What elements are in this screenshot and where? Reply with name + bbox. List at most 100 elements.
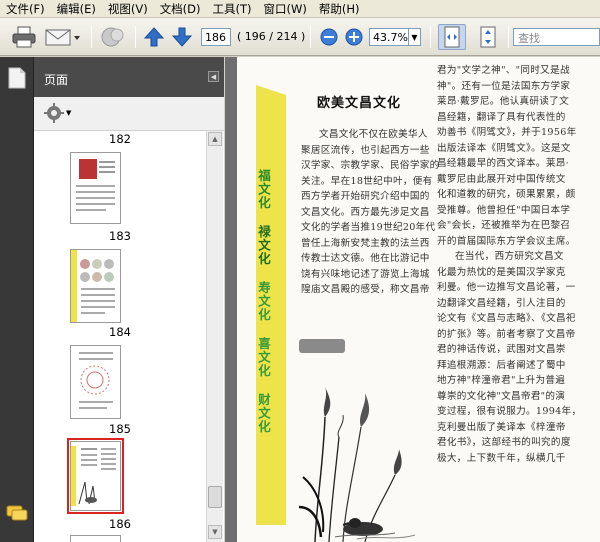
text-line: 神"。还有一位是法国东方学家: [437, 80, 571, 92]
menu-file[interactable]: 文件(F): [0, 1, 51, 17]
panel-options-bar: ▼: [34, 97, 224, 131]
menu-help[interactable]: 帮助(H): [313, 1, 366, 17]
text-line: 西方学者开始研究介绍中国的: [301, 191, 430, 202]
side-label: 喜文化: [256, 337, 271, 378]
thumbnail-list: 182 183 184 185 186: [34, 131, 206, 542]
page-count: ( 196 / 214 ): [237, 30, 306, 43]
text-line: 化和道教的研究，硕果累累，颇: [437, 189, 576, 200]
text-line: 受推尊。他曾担任"中国日本学: [437, 204, 571, 216]
printer-icon: [12, 26, 36, 48]
menu-window[interactable]: 窗口(W): [258, 1, 313, 17]
text-line: 极大，上下数千年，纵横几千: [437, 452, 566, 464]
scroll-thumb[interactable]: [208, 486, 222, 508]
text-line: 君化书》，这部经书的叫究的度: [437, 437, 571, 448]
separator: [91, 26, 92, 48]
zoom-in-button[interactable]: [343, 25, 365, 49]
text-line: 莱昂·戴罗尼。他认真研读了文: [437, 96, 569, 107]
text-line: 出版法译本《阴骘文》。这是文: [437, 142, 571, 154]
category-tab: 福文化 禄文化 寿文化 喜文化 财文化: [247, 89, 287, 525]
menu-bar: 文件(F) 编辑(E) 视图(V) 文档(D) 工具(T) 窗口(W) 帮助(H…: [0, 0, 600, 18]
zoom-out-icon: [320, 28, 338, 46]
page-number-input[interactable]: 186: [201, 28, 231, 46]
article-title: 欧美文昌文化: [317, 96, 402, 111]
zoom-out-button[interactable]: [318, 25, 340, 49]
panel-title: 页面: [44, 73, 69, 87]
text-line: 变过程，很有说服力。1994年，: [437, 406, 582, 417]
zoom-in-icon: [345, 28, 363, 46]
text-column-left: 文昌文化不仅在欧美华人 聚居区流传，也引起西方一些 汉学家、宗教学家、民俗学家的…: [301, 127, 440, 298]
text-line: 地方神"梓潼帝君"上升为普遍: [437, 375, 566, 386]
thumbnail-label: 182: [109, 132, 131, 146]
thumbnail-label: 185: [109, 422, 131, 436]
collaborate-button[interactable]: [98, 25, 128, 49]
toolbar: 186 ( 196 / 214 ) 43.7% ▼ 查找: [0, 18, 600, 56]
menu-edit[interactable]: 编辑(E): [51, 1, 102, 17]
text-line: 君为"文学之神"、"同时又是战: [437, 65, 570, 76]
options-button[interactable]: ▼: [44, 103, 71, 123]
thumbnail-label: 184: [109, 325, 131, 339]
thumbnail-page-184[interactable]: [70, 249, 121, 323]
text-line: 汉学家、宗教学家、民俗学家的: [301, 160, 440, 171]
comments-button[interactable]: [6, 504, 28, 525]
menu-tools[interactable]: 工具(T): [207, 1, 258, 17]
section-tag: [299, 339, 345, 353]
reeds-duck-illustration: [298, 387, 416, 542]
separator: [135, 26, 136, 48]
panel-collapse-button[interactable]: ◀: [208, 71, 219, 82]
thumbnail-page-186[interactable]: [67, 438, 124, 514]
comment-icon: [6, 505, 28, 521]
arrow-down-icon: [172, 27, 192, 47]
navigation-strip: [0, 57, 34, 542]
text-line: 的扩张》等。前者考察了文昌帝: [437, 328, 576, 340]
text-line: 克利曼出版了美译本《梓潼帝: [437, 421, 566, 433]
scrolling-mode-button[interactable]: [438, 24, 466, 50]
scroll-down-arrow[interactable]: ▼: [208, 525, 222, 539]
panel-header: 页面 ◀: [34, 57, 224, 97]
chevron-left-icon: ◀: [210, 72, 217, 81]
text-line: 文昌文化。西方最先涉足文昌: [301, 206, 430, 218]
envelope-icon: [45, 29, 80, 46]
text-line: 曾任上海新安梵主教的法兰西: [301, 237, 430, 249]
pages-panel-button[interactable]: [8, 67, 26, 92]
email-button[interactable]: [42, 25, 82, 49]
side-label: 寿文化: [256, 281, 271, 322]
thumbnail-page-185[interactable]: [70, 345, 121, 419]
side-label: 禄文化: [256, 225, 271, 266]
thumbnail-page-187[interactable]: [70, 535, 121, 542]
text-line: 论文有《文昌与志略》、《文昌祀: [437, 313, 576, 324]
page-preview: [71, 250, 115, 322]
separator: [508, 26, 509, 48]
side-label: 福文化: [256, 169, 271, 210]
document-view[interactable]: 福文化 禄文化 寿文化 喜文化 财文化 欧美文昌文化 文昌文化不仅在欧美华人 聚…: [225, 57, 600, 542]
text-column-right: 君为"文学之神"、"同时又是战 神"。还有一位是法国东方学家 莱昂·戴罗尼。他认…: [437, 63, 581, 466]
pages-panel: 页面 ◀ ▼ 182 183 184 185 186 ▲ ▼: [34, 57, 224, 542]
text-line: 在当代，西方研究文昌文: [455, 251, 564, 262]
thumbnail-label: 186: [109, 517, 131, 531]
text-line: 饶有兴味地记述了游览上海城: [301, 268, 430, 280]
menu-view[interactable]: 视图(V): [102, 1, 154, 17]
text-line: 聚居区流传，也引起西方一些: [301, 144, 430, 156]
chevron-down-icon: ▼: [212, 528, 218, 536]
menu-document[interactable]: 文档(D): [154, 1, 207, 17]
text-line: 隍庙文昌殿的感受，称文昌帝: [301, 284, 430, 295]
search-input[interactable]: 查找: [513, 28, 600, 46]
globe-share-icon: [101, 27, 124, 47]
document-page: 福文化 禄文化 寿文化 喜文化 财文化 欧美文昌文化 文昌文化不仅在欧美华人 聚…: [237, 57, 600, 542]
zoom-dropdown[interactable]: ▼: [409, 28, 421, 46]
chevron-up-icon: ▲: [212, 135, 218, 143]
text-line: 关注。早在18世纪中叶，便有: [301, 175, 433, 187]
previous-page-button[interactable]: [142, 25, 166, 49]
zoom-input[interactable]: 43.7%: [369, 28, 409, 46]
thumbnail-page-183[interactable]: [70, 152, 121, 224]
text-line: 昌经籍最早的西文译本。莱昂·: [437, 158, 569, 169]
separator: [430, 26, 431, 48]
print-button[interactable]: [10, 25, 38, 49]
text-line: 文化的学者当推19世纪20年代: [301, 222, 436, 233]
text-line: 会"会长，还被推举为在巴黎召: [437, 220, 571, 231]
next-page-button[interactable]: [170, 25, 194, 49]
thumbnail-scrollbar[interactable]: ▲ ▼: [206, 131, 223, 542]
text-line: 昌经籍，翻译了具有代表性的: [437, 111, 566, 123]
chevron-down-icon: ▼: [411, 32, 418, 42]
scroll-up-arrow[interactable]: ▲: [208, 132, 222, 146]
fit-page-button[interactable]: [474, 25, 502, 49]
